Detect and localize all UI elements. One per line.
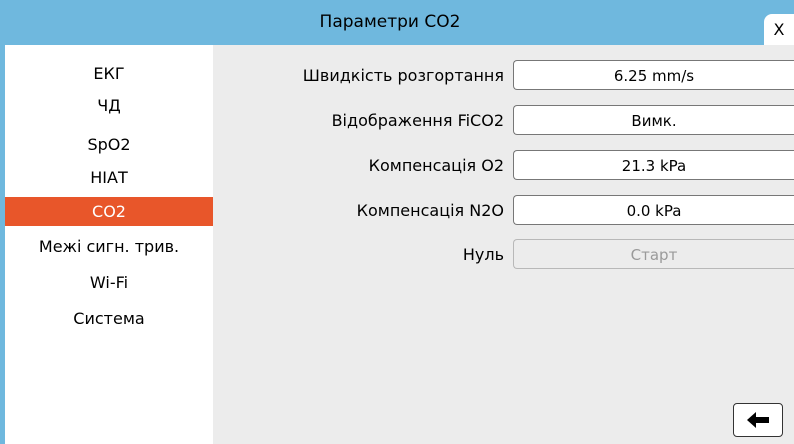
back-button[interactable]	[733, 403, 783, 437]
sweep-speed-label: Швидкість розгортання	[302, 66, 504, 85]
sweep-speed-field[interactable]: 6.25 mm/s	[513, 60, 794, 90]
sidebar-item-spo2[interactable]: SpO2	[5, 130, 213, 159]
sidebar: ЕКГ ЧД SpO2 НІАТ CO2 Межі сигн. трив. Wi…	[5, 53, 213, 444]
zero-label: Нуль	[462, 245, 504, 264]
close-button[interactable]: X	[764, 14, 794, 45]
settings-panel: Швидкість розгортання 6.25 mm/s Відображ…	[213, 45, 794, 444]
sidebar-item-nibp[interactable]: НІАТ	[5, 163, 213, 192]
sidebar-item-ecg[interactable]: ЕКГ	[5, 59, 213, 88]
header-bar: Параметри CO2 X	[0, 0, 794, 45]
sidebar-item-resp[interactable]: ЧД	[5, 91, 213, 120]
fico2-display-field[interactable]: Вимк.	[513, 105, 794, 135]
fico2-display-label: Відображення FiCO2	[331, 111, 504, 130]
o2-compensation-label: Компенсація O2	[368, 156, 504, 175]
n2o-compensation-label: Компенсація N2O	[356, 201, 504, 220]
left-arrow-icon	[747, 412, 769, 428]
sidebar-item-co2[interactable]: CO2	[5, 197, 213, 226]
zero-start-button: Старт	[513, 239, 794, 269]
o2-compensation-field[interactable]: 21.3 kPa	[513, 150, 794, 180]
n2o-compensation-field[interactable]: 0.0 kPa	[513, 195, 794, 225]
co2-parameters-screen: Параметри CO2 X ЕКГ ЧД SpO2 НІАТ CO2 Меж…	[0, 0, 794, 444]
sidebar-item-wifi[interactable]: Wi-Fi	[5, 268, 213, 297]
sidebar-item-alarm-limits[interactable]: Межі сигн. трив.	[5, 232, 213, 261]
sidebar-item-system[interactable]: Система	[5, 304, 213, 333]
page-title: Параметри CO2	[319, 12, 461, 32]
